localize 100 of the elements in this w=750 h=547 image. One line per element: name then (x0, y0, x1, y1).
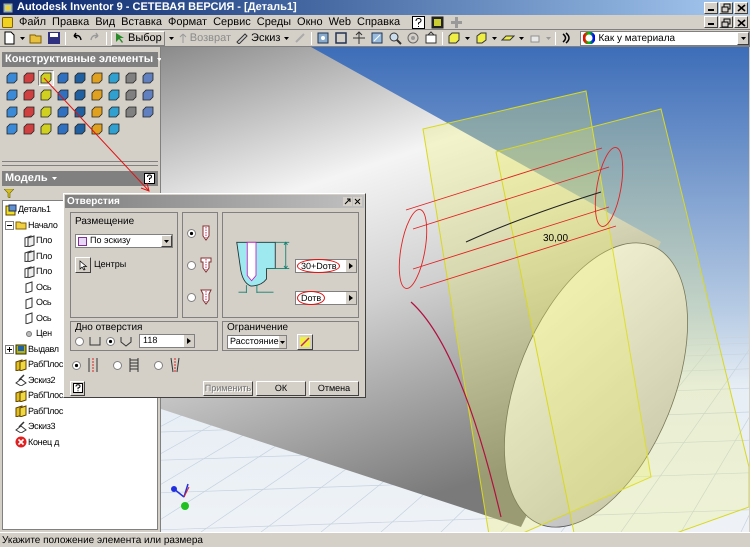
placement-dropdown[interactable]: По эскизу (75, 234, 173, 248)
tree-item[interactable]: РабПлос (28, 389, 64, 402)
tool-button[interactable] (72, 70, 88, 86)
tool-button[interactable] (55, 87, 71, 103)
tree-item[interactable]: Деталь1 (18, 203, 51, 216)
diameter-field[interactable]: Dотв (295, 291, 357, 305)
minimize-button[interactable] (704, 16, 718, 28)
radio-button[interactable] (187, 260, 196, 270)
tree-item[interactable]: Выдавл (28, 342, 59, 356)
minimize-button[interactable] (704, 2, 718, 14)
tool-button[interactable] (21, 87, 37, 103)
dialog-button[interactable]: Отмена (309, 380, 359, 396)
orbit-icon[interactable] (406, 31, 420, 45)
tool-button[interactable] (38, 87, 54, 103)
panel-title[interactable]: Модель (5, 170, 48, 187)
tool-button[interactable] (89, 87, 105, 103)
menu-item[interactable]: Вставка (121, 14, 162, 30)
tool-button[interactable] (21, 70, 37, 86)
select-button[interactable]: Выбор (111, 30, 165, 46)
tool-button[interactable] (4, 104, 20, 120)
tool-button[interactable] (38, 121, 54, 137)
tree-item[interactable]: Начало (28, 218, 58, 232)
new-file-icon[interactable] (2, 31, 16, 45)
radio-button[interactable] (106, 336, 115, 346)
tree-item[interactable]: Ось (36, 280, 52, 294)
tree-item[interactable]: Пло (36, 234, 52, 248)
radio-button[interactable] (72, 360, 81, 370)
tool-button[interactable] (4, 121, 20, 137)
radio-button[interactable] (187, 292, 196, 302)
tree-item[interactable]: Цен (36, 327, 52, 340)
tool-button[interactable] (106, 70, 122, 86)
tool-button[interactable] (140, 70, 156, 86)
menu-item[interactable]: Справка (357, 14, 400, 30)
tool-button[interactable] (55, 104, 71, 120)
tool-button[interactable] (55, 70, 71, 86)
tree-item[interactable]: Конец д (28, 436, 60, 449)
arrow-button[interactable] (184, 335, 194, 347)
zoom-window-icon[interactable] (334, 31, 348, 45)
tool-button[interactable] (21, 121, 37, 137)
pan-icon[interactable] (352, 31, 366, 45)
restore-button[interactable] (719, 16, 733, 28)
tool-button[interactable] (72, 104, 88, 120)
help-icon[interactable] (144, 173, 155, 184)
tool-button[interactable] (72, 121, 88, 137)
menu-item[interactable]: Формат (168, 14, 208, 30)
menu-item[interactable]: Правка (52, 14, 90, 30)
centers-button[interactable] (75, 257, 91, 273)
menu-item[interactable]: Сервис (213, 14, 251, 30)
zoom-all-icon[interactable] (316, 31, 330, 45)
color-dropdown[interactable]: Как у материала (580, 30, 750, 46)
collapse-toggle[interactable] (5, 220, 14, 230)
tool-button[interactable] (106, 121, 122, 137)
restore-button[interactable] (719, 2, 733, 14)
tool-button[interactable] (123, 70, 139, 86)
menu-item[interactable]: Файл (19, 14, 46, 30)
tree-item[interactable]: Пло (36, 265, 52, 278)
film-icon[interactable] (431, 16, 444, 28)
zoom-icon[interactable] (388, 31, 402, 45)
pin-button[interactable] (343, 197, 352, 206)
tool-button[interactable] (38, 104, 54, 120)
panel-title[interactable]: Конструктивные элементы (5, 51, 154, 68)
menu-item[interactable]: Среды (256, 14, 292, 30)
filter-icon[interactable] (4, 188, 14, 198)
sketch-button[interactable]: Эскиз (235, 30, 280, 46)
arrow-button[interactable] (346, 260, 356, 272)
tree-item[interactable]: Эскиз3 (28, 420, 56, 434)
arrow-button[interactable] (346, 292, 356, 304)
angle-field[interactable]: 118 (139, 334, 195, 348)
tool-button[interactable] (72, 87, 88, 103)
tree-item[interactable]: Ось (36, 296, 52, 310)
tool-button[interactable] (4, 87, 20, 103)
tool-button[interactable] (89, 121, 105, 137)
tool-button[interactable] (21, 104, 37, 120)
tree-item[interactable]: РабПлос (28, 404, 64, 418)
dialog-button[interactable]: ОК (256, 380, 306, 396)
radio-button[interactable] (75, 336, 84, 346)
tool-button[interactable] (106, 104, 122, 120)
menu-item[interactable]: Окно (297, 14, 323, 30)
termination-dropdown[interactable]: Расстояние (227, 335, 287, 349)
flip-button[interactable] (297, 334, 313, 350)
menu-item[interactable]: Web (328, 14, 352, 30)
close-button[interactable] (353, 197, 362, 206)
tool-button[interactable] (55, 121, 71, 137)
expand-toggle[interactable] (5, 344, 14, 354)
tool-button[interactable] (123, 87, 139, 103)
perspective-box-icon[interactable] (474, 31, 488, 45)
tool-button[interactable] (140, 87, 156, 103)
radio-button[interactable] (154, 360, 163, 370)
depth-field[interactable]: 30+Dотв (295, 259, 357, 273)
help-icon[interactable] (412, 16, 426, 28)
look-at-icon[interactable] (424, 31, 438, 45)
tree-item[interactable]: Эскиз2 (28, 374, 56, 387)
tool-button[interactable] (123, 104, 139, 120)
help-button[interactable] (70, 380, 85, 396)
tree-item[interactable]: Пло (36, 250, 52, 263)
tool-button[interactable] (89, 70, 105, 86)
menu-item[interactable]: Вид (95, 14, 116, 30)
tool-button[interactable] (4, 70, 20, 86)
radio-button[interactable] (113, 360, 122, 370)
radio-button[interactable] (187, 228, 196, 238)
